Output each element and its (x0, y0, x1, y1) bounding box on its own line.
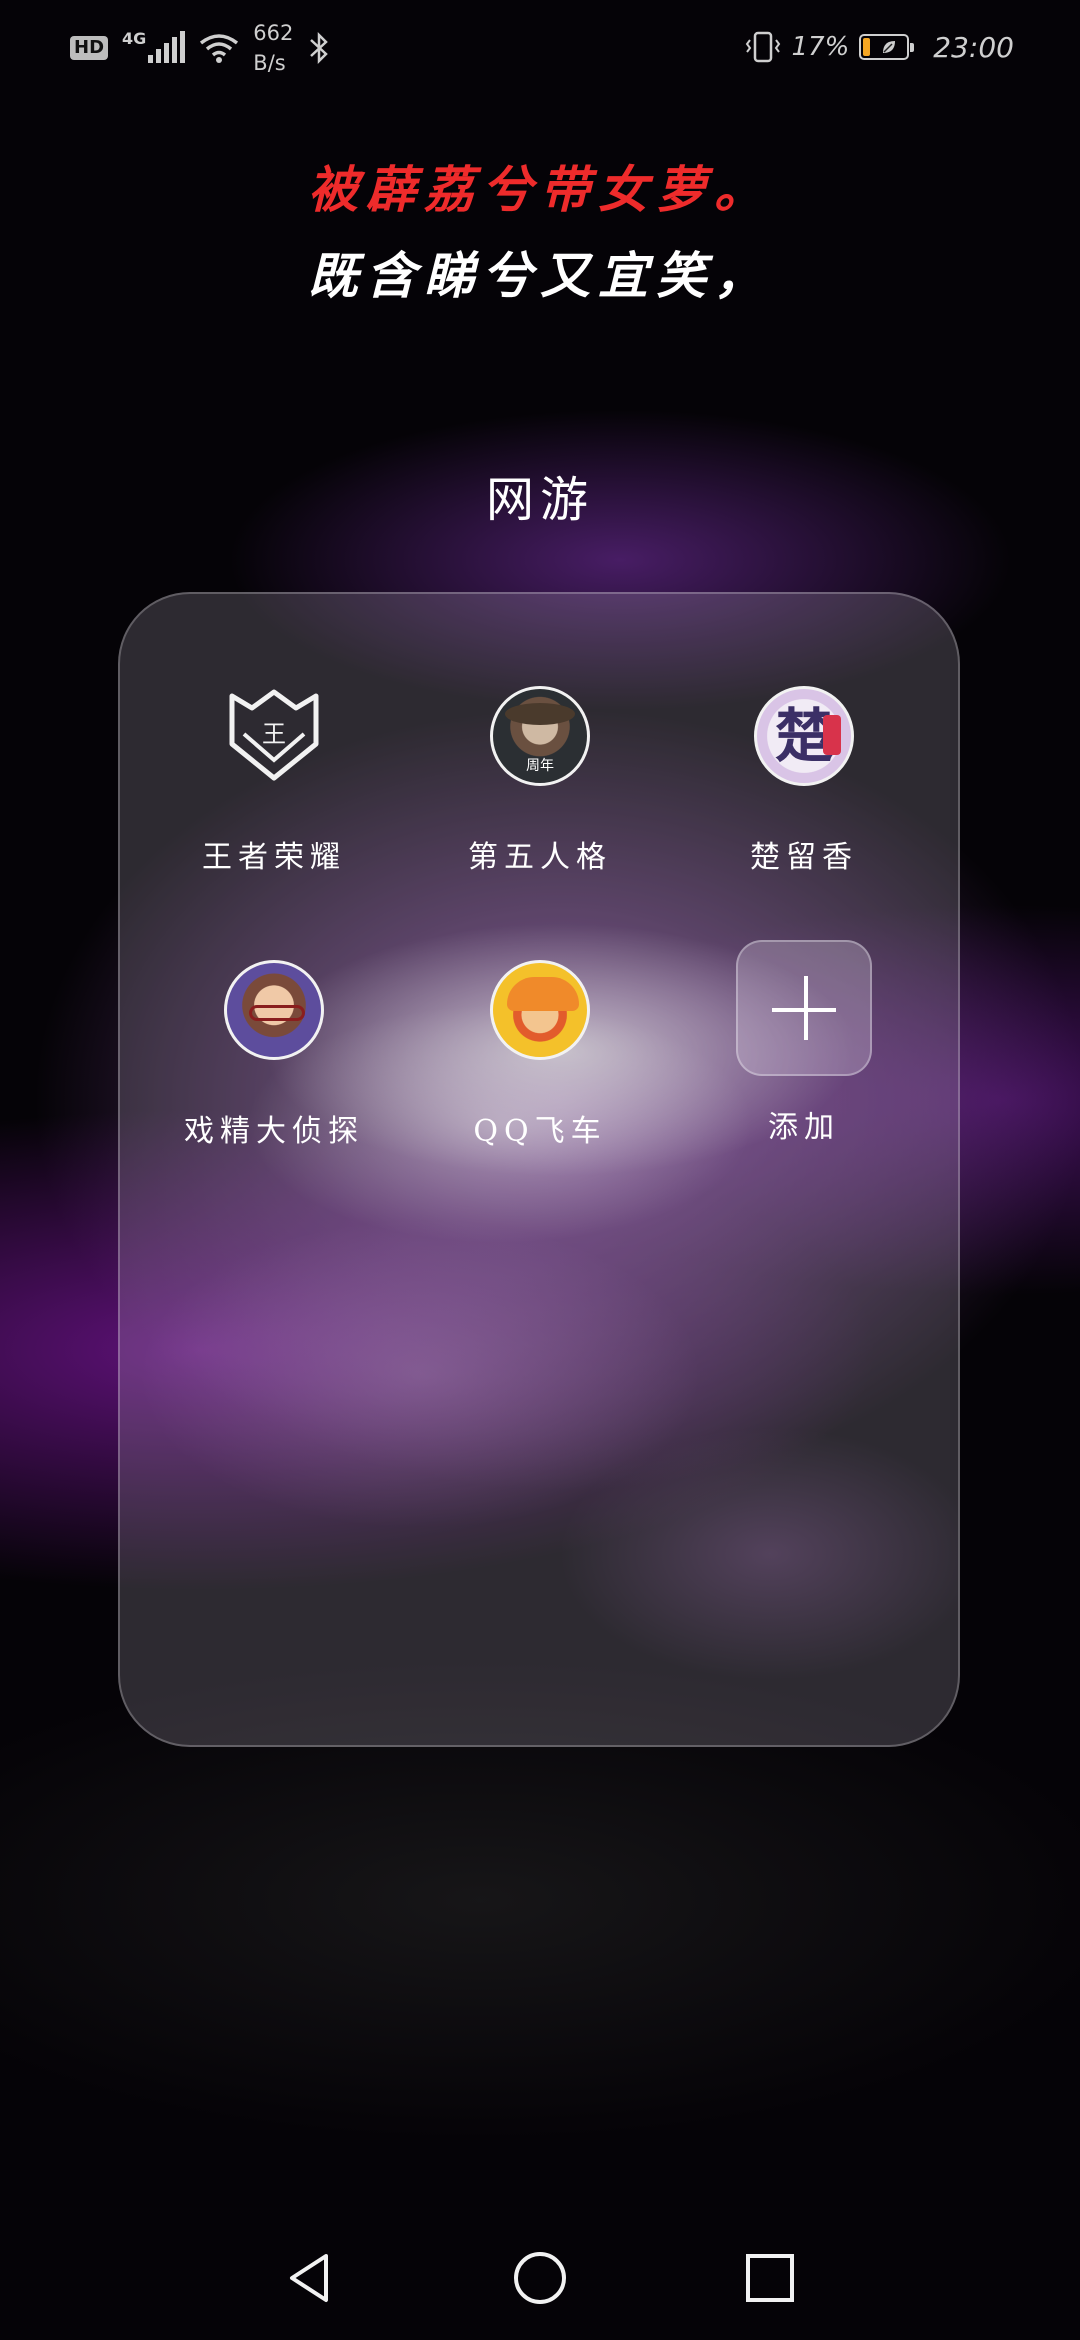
plus-icon (736, 940, 872, 1076)
back-icon[interactable] (280, 2248, 340, 2308)
app-honor-of-kings[interactable]: 王 王者荣耀 (154, 686, 394, 876)
navigation-bar (0, 2220, 1080, 2340)
battery-fill (863, 38, 871, 56)
signal-icon (148, 31, 186, 63)
honor-of-kings-icon: 王 (224, 686, 324, 786)
glasses-shape (249, 1005, 305, 1021)
anniversary-badge: 周年 (526, 758, 554, 774)
app-label: 楚留香 (750, 840, 858, 875)
qq-speed-icon (490, 960, 590, 1060)
folder-panel: 王 王者荣耀 周年 第五人格 楚 楚留香 戏精大侦探 QQ飞车 添加 (118, 592, 960, 1747)
home-icon[interactable] (510, 2248, 570, 2308)
svg-text:王: 王 (262, 720, 286, 748)
network-type-label: 4G (122, 28, 147, 48)
app-label: 王者荣耀 (202, 840, 346, 875)
app-chu-liu-xiang[interactable]: 楚 楚留香 (684, 686, 924, 876)
battery-percent: 17% (791, 32, 850, 62)
app-label: QQ飞车 (473, 1114, 607, 1149)
add-label: 添加 (768, 1110, 840, 1145)
identity-v-icon: 周年 (490, 686, 590, 786)
app-label: 戏精大侦探 (184, 1114, 364, 1149)
network-speed-value: 662 (253, 21, 294, 45)
wifi-icon (200, 34, 239, 63)
status-bar-left: HD 4G 662 B/s (70, 18, 331, 78)
ribbon-mark (823, 715, 841, 755)
chu-liu-xiang-icon: 楚 (754, 686, 854, 786)
hd-icon: HD (70, 36, 109, 60)
power-saving-leaf-icon (883, 41, 896, 53)
status-bar: HD 4G 662 B/s 17% 23:00 (0, 0, 1080, 90)
network-speed: 662 B/s (253, 18, 293, 78)
plus-vertical (804, 976, 808, 1040)
status-bar-clock: 23:00 (933, 30, 1014, 64)
app-label: 第五人格 (468, 840, 612, 875)
app-identity-v[interactable]: 周年 第五人格 (420, 686, 660, 876)
app-detective-game[interactable]: 戏精大侦探 (154, 960, 394, 1150)
add-app-button[interactable]: 添加 (684, 940, 924, 1146)
character-hat (505, 703, 575, 725)
bluetooth-icon (310, 31, 329, 65)
app-qq-speed[interactable]: QQ飞车 (420, 960, 660, 1150)
wallpaper-poem-line-1: 被薜荔兮带女萝。 (308, 160, 772, 219)
recents-icon[interactable] (740, 2248, 800, 2308)
vibrate-icon (745, 31, 780, 63)
detective-game-icon (224, 960, 324, 1060)
network-speed-unit: B/s (253, 51, 286, 75)
battery-icon (859, 34, 915, 60)
wallpaper-poem-line-2: 既含睇兮又宜笑， (308, 246, 772, 305)
folder-title[interactable]: 网游 (0, 460, 1080, 530)
character-hair (507, 977, 579, 1011)
status-bar-right: 17% 23:00 (744, 22, 1014, 72)
